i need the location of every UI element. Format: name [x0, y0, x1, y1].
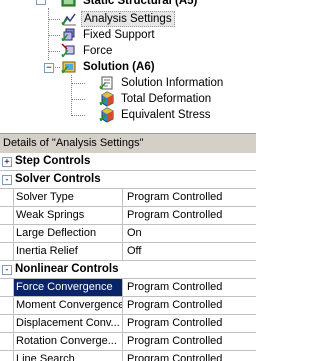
- group-header-step-controls[interactable]: + Step Controls: [0, 153, 256, 171]
- tree-connector: [71, 83, 85, 84]
- force-icon: ✓: [60, 43, 78, 60]
- row-gutter: [0, 243, 14, 260]
- property-row-large-deflection[interactable]: Large Deflection On: [0, 225, 256, 243]
- tree-node-equivalent-stress[interactable]: ✓ Equivalent Stress: [98, 107, 213, 125]
- tree-label: Fixed Support: [83, 29, 155, 41]
- tree-label: Analysis Settings: [81, 11, 175, 27]
- tree-connector: [71, 115, 85, 116]
- tree-label: Static Structural (A5): [83, 0, 198, 7]
- property-row-moment-convergence[interactable]: Moment Convergence Program Controlled: [0, 297, 256, 315]
- tree-label: Total Deformation: [121, 93, 212, 105]
- row-gutter: [0, 279, 14, 296]
- tree-connector: [48, 51, 60, 52]
- tree-connector: [48, 35, 60, 36]
- row-gutter: [0, 207, 14, 224]
- tree-node-solution-information[interactable]: ✓ Solution Information: [98, 75, 225, 92]
- equivalent-stress-icon: ✓: [98, 107, 116, 125]
- expand-toggle-solution[interactable]: −: [44, 63, 54, 73]
- tree-label: Solution (A6): [83, 61, 155, 73]
- property-value[interactable]: Program Controlled: [124, 315, 256, 332]
- tree-node-solution[interactable]: ✓ Solution (A6): [60, 59, 157, 77]
- row-gutter: [0, 315, 14, 332]
- outline-tree: − Static Structural (A5) ✓ Analysis Sett…: [0, 0, 256, 130]
- row-gutter: [0, 333, 14, 350]
- row-gutter: [0, 225, 14, 242]
- expand-toggle-icon[interactable]: +: [2, 157, 12, 167]
- collapse-toggle-icon[interactable]: -: [2, 265, 12, 275]
- property-row-inertia-relief[interactable]: Inertia Relief Off: [0, 243, 256, 261]
- property-value[interactable]: Program Controlled: [124, 297, 256, 314]
- property-value[interactable]: Program Controlled: [124, 189, 256, 206]
- tree-node-analysis-settings[interactable]: ✓ Analysis Settings: [60, 11, 175, 28]
- solution-information-icon: ✓: [98, 75, 116, 92]
- tree-label: Equivalent Stress: [121, 109, 211, 121]
- details-grid: + Step Controls - Solver Controls Solver…: [0, 153, 256, 361]
- property-key: Force Convergence: [14, 279, 123, 296]
- total-deformation-icon: ✓: [98, 91, 116, 108]
- group-header-nonlinear-controls[interactable]: - Nonlinear Controls: [0, 261, 256, 279]
- details-panel-title: Details of "Analysis Settings": [0, 133, 256, 153]
- property-value[interactable]: Program Controlled: [124, 279, 256, 296]
- property-key: Solver Type: [14, 189, 123, 206]
- group-header-solver-controls[interactable]: - Solver Controls: [0, 171, 256, 189]
- check-icon: ✓: [98, 111, 109, 125]
- property-key: Inertia Relief: [14, 243, 123, 260]
- property-row-force-convergence[interactable]: Force Convergence Program Controlled: [0, 279, 256, 297]
- tree-label: Solution Information: [121, 77, 224, 89]
- property-row-rotation-convergence[interactable]: Rotation Converge... Program Controlled: [0, 333, 256, 351]
- group-title: Nonlinear Controls: [15, 263, 119, 275]
- property-value[interactable]: Program Controlled: [124, 207, 256, 224]
- tree-connector: [71, 99, 85, 100]
- tree-connector: [71, 75, 72, 116]
- tree-node-fixed-support[interactable]: ✓ Fixed Support: [60, 27, 157, 44]
- collapse-toggle-icon[interactable]: -: [2, 175, 12, 185]
- property-row-displacement-convergence[interactable]: Displacement Conv... Program Controlled: [0, 315, 256, 333]
- property-row-weak-springs[interactable]: Weak Springs Program Controlled: [0, 207, 256, 225]
- fixed-support-icon: ✓: [60, 27, 78, 44]
- solution-icon: ✓: [60, 59, 78, 77]
- tree-label: Force: [83, 45, 113, 57]
- property-value[interactable]: Off: [124, 243, 256, 260]
- expand-toggle-static-structural[interactable]: −: [36, 0, 46, 5]
- row-gutter: [0, 297, 14, 314]
- property-key: Large Deflection: [14, 225, 123, 242]
- tree-connector: [48, 8, 49, 60]
- check-icon: ✓: [60, 63, 71, 77]
- static-structural-icon: [60, 0, 78, 9]
- row-gutter: [0, 189, 14, 206]
- property-key: Rotation Converge...: [14, 333, 123, 350]
- tree-node-static-structural[interactable]: Static Structural (A5): [60, 0, 199, 9]
- tree-node-total-deformation[interactable]: ✓ Total Deformation: [98, 91, 213, 108]
- property-row-solver-type[interactable]: Solver Type Program Controlled: [0, 189, 256, 207]
- tree-node-force[interactable]: ✓ Force: [60, 43, 114, 60]
- property-key: Moment Convergence: [14, 297, 123, 314]
- property-key: Displacement Conv...: [14, 315, 123, 332]
- analysis-settings-icon: ✓: [60, 11, 78, 28]
- group-title: Step Controls: [15, 155, 91, 167]
- property-value[interactable]: On: [124, 225, 256, 242]
- group-title: Solver Controls: [15, 173, 101, 185]
- property-value[interactable]: Program Controlled: [124, 333, 256, 350]
- property-key: Weak Springs: [14, 207, 123, 224]
- tree-connector: [48, 19, 60, 20]
